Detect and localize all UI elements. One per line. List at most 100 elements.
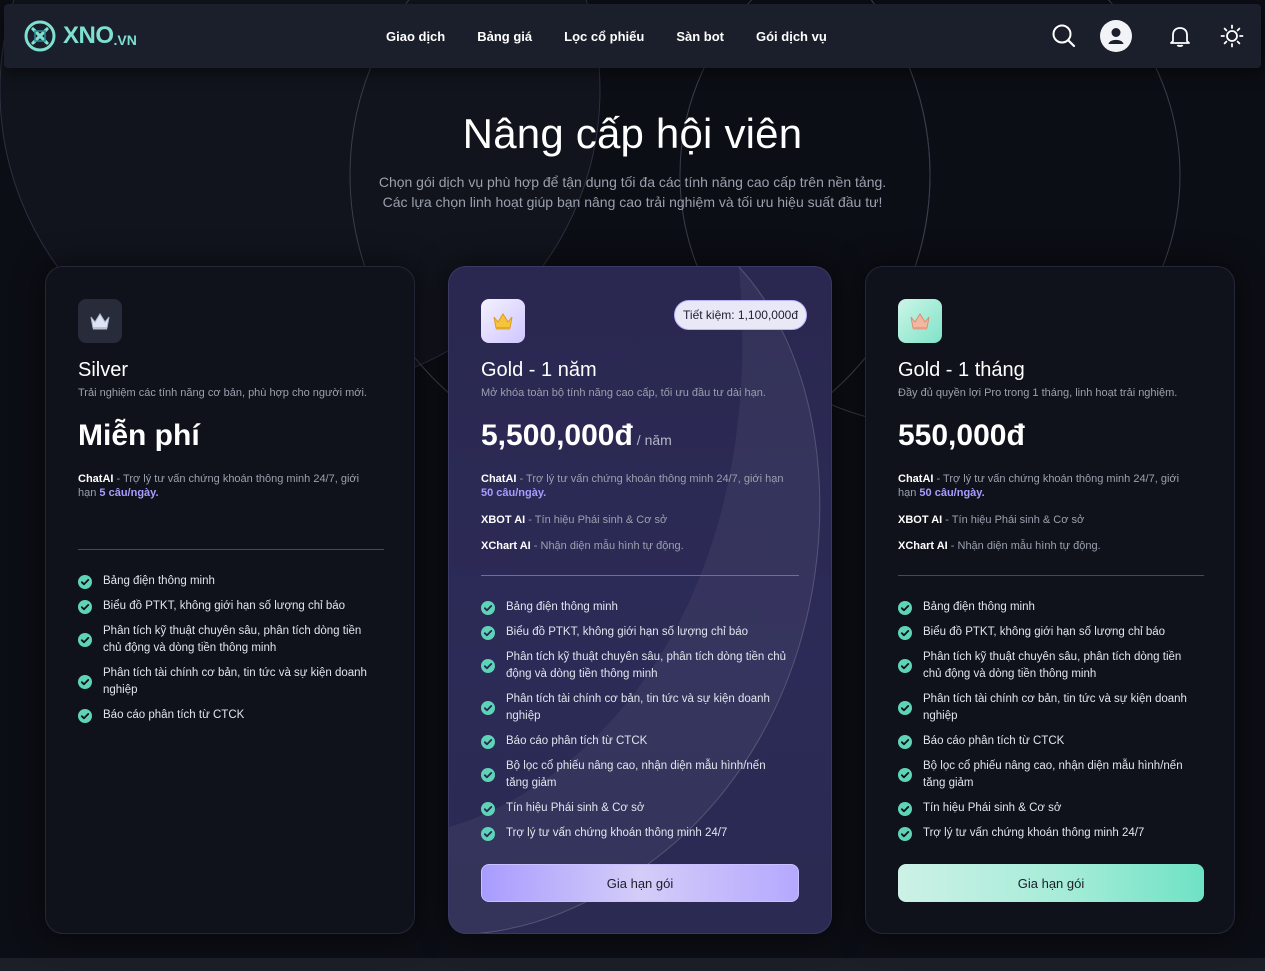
- crown-icon: [78, 299, 122, 343]
- nav-item-san-bot[interactable]: Sàn bot: [676, 29, 724, 44]
- chatai-label: ChatAI: [481, 473, 517, 485]
- check-circle-icon: [481, 600, 495, 615]
- brand-logo[interactable]: XNO .VN: [23, 18, 137, 54]
- feature-item: Bộ lọc cổ phiếu nâng cao, nhận diện mẫu …: [898, 758, 1194, 792]
- check-circle-icon: [481, 768, 495, 782]
- plan-description: Trải nghiệm các tính năng cơ bản, phù hợ…: [78, 387, 367, 399]
- check-circle-icon: [78, 675, 92, 689]
- feature-item: Báo cáo phân tích từ CTCK: [898, 733, 1194, 750]
- price-value: 5,500,000đ: [481, 419, 633, 452]
- plan-price: 5,500,000đ / năm: [481, 419, 672, 453]
- brand-name: XNO: [63, 22, 114, 49]
- hero-section: Nâng cấp hội viên Chọn gói dịch vụ phù h…: [0, 110, 1265, 212]
- divider: [481, 575, 799, 576]
- hero-subtitle-line-1: Chọn gói dịch vụ phù hợp để tận dụng tối…: [378, 174, 887, 190]
- xchart-text: - Nhận diện mẫu hình tự động.: [530, 540, 684, 552]
- feature-item: Phân tích tài chính cơ bản, tin tức và s…: [481, 691, 791, 725]
- chatai-limit: 5 câu/ngày.: [99, 487, 159, 499]
- xbot-text: - Tín hiệu Phái sinh & Cơ sở: [525, 514, 668, 526]
- plan-name: Gold - 1 năm: [481, 359, 597, 381]
- feature-item: Trợ lý tư vấn chứng khoán thông minh 24/…: [481, 825, 791, 842]
- plan-price: Miễn phí: [78, 419, 200, 452]
- check-circle-icon: [898, 801, 912, 816]
- divider: [78, 549, 384, 550]
- chatai-text-2: hạn: [898, 487, 920, 499]
- feature-item: Phân tích kỹ thuật chuyên sâu, phân tích…: [78, 623, 378, 657]
- feature-item: Báo cáo phân tích từ CTCK: [78, 707, 378, 724]
- plan-description: Đầy đủ quyền lợi Pro trong 1 tháng, linh…: [898, 387, 1178, 399]
- check-circle-icon: [898, 768, 912, 782]
- xbot-text: - Tín hiệu Phái sinh & Cơ sở: [942, 514, 1085, 526]
- xchart-label: XChart AI: [481, 540, 531, 552]
- brand-suffix: .VN: [113, 32, 137, 48]
- renew-plan-button[interactable]: Gia hạn gói: [898, 864, 1204, 902]
- price-period: / năm: [636, 432, 672, 448]
- nav-item-loc-co-phieu[interactable]: Lọc cổ phiếu: [564, 29, 644, 44]
- feature-list: Bảng điện thông minh Biểu đồ PTKT, không…: [481, 599, 791, 850]
- main-nav: Giao dịch Bảng giá Lọc cổ phiếu Sàn bot …: [386, 4, 859, 68]
- plan-card-gold-month: Gold - 1 tháng Đầy đủ quyền lợi Pro tron…: [865, 266, 1235, 934]
- feature-item: Phân tích tài chính cơ bản, tin tức và s…: [78, 665, 378, 699]
- user-avatar-icon[interactable]: [1100, 20, 1132, 52]
- xchart-text: - Nhận diện mẫu hình tự động.: [947, 540, 1101, 552]
- feature-item: Bảng điện thông minh: [898, 599, 1194, 616]
- feature-item: Phân tích kỹ thuật chuyên sâu, phân tích…: [481, 649, 791, 683]
- xchart-info: XChart AI - Nhận diện mẫu hình tự động.: [898, 539, 1101, 553]
- xbot-label: XBOT AI: [481, 514, 526, 526]
- chatai-info: ChatAI - Trợ lý tư vấn chứng khoán thông…: [898, 472, 1208, 500]
- search-icon[interactable]: [1048, 20, 1080, 52]
- plan-card-silver: Silver Trải nghiệm các tính năng cơ bản,…: [45, 266, 415, 934]
- nav-item-goi-dich-vu[interactable]: Gói dịch vụ: [756, 29, 827, 44]
- feature-item: Báo cáo phân tích từ CTCK: [481, 733, 791, 750]
- nav-item-giao-dich[interactable]: Giao dịch: [386, 29, 445, 44]
- chatai-limit: 50 câu/ngày.: [919, 487, 985, 499]
- check-circle-icon: [78, 599, 92, 614]
- check-circle-icon: [78, 633, 92, 647]
- feature-item: Phân tích kỹ thuật chuyên sâu, phân tích…: [898, 649, 1194, 683]
- savings-badge: Tiết kiệm: 1,100,000đ: [674, 300, 807, 330]
- chatai-text-2: hạn: [78, 487, 100, 499]
- feature-list: Bảng điện thông minh Biểu đồ PTKT, không…: [78, 573, 378, 732]
- plan-card-gold-year: Tiết kiệm: 1,100,000đ Gold - 1 năm Mở kh…: [448, 266, 832, 934]
- chatai-limit: 50 câu/ngày.: [481, 487, 547, 499]
- footer-strip: [0, 958, 1265, 971]
- hero-subtitle-line-2: Các lựa chọn linh hoạt giúp bạn nâng cao…: [382, 194, 883, 210]
- chatai-label: ChatAI: [898, 473, 934, 485]
- nav-item-bang-gia[interactable]: Bảng giá: [477, 29, 532, 44]
- check-circle-icon: [898, 659, 912, 673]
- check-circle-icon: [898, 826, 912, 841]
- xchart-info: XChart AI - Nhận diện mẫu hình tự động.: [481, 539, 684, 553]
- feature-item: Biểu đồ PTKT, không giới hạn số lượng ch…: [78, 598, 378, 615]
- chatai-text: - Trợ lý tư vấn chứng khoán thông minh 2…: [933, 473, 1180, 485]
- xbot-info: XBOT AI - Tín hiệu Phái sinh & Cơ sở: [898, 513, 1084, 527]
- feature-item: Tín hiệu Phái sinh & Cơ sở: [481, 800, 791, 817]
- divider: [898, 575, 1204, 576]
- feature-item: Trợ lý tư vấn chứng khoán thông minh 24/…: [898, 825, 1194, 842]
- check-circle-icon: [481, 734, 495, 749]
- bell-icon[interactable]: [1164, 20, 1196, 52]
- chatai-text: - Trợ lý tư vấn chứng khoán thông minh 2…: [113, 473, 360, 485]
- xchart-label: XChart AI: [898, 540, 948, 552]
- renew-plan-button[interactable]: Gia hạn gói: [481, 864, 799, 902]
- plan-price: 550,000đ: [898, 419, 1025, 452]
- sun-icon[interactable]: [1216, 20, 1248, 52]
- plan-description: Mở khóa toàn bộ tính năng cao cấp, tối ư…: [481, 387, 766, 399]
- page-title: Nâng cấp hội viên: [462, 110, 803, 157]
- crown-rose-icon: [898, 299, 942, 343]
- feature-item: Tín hiệu Phái sinh & Cơ sở: [898, 800, 1194, 817]
- crown-gold-icon: [481, 299, 525, 343]
- check-circle-icon: [898, 734, 912, 749]
- check-circle-icon: [481, 701, 495, 715]
- check-circle-icon: [898, 625, 912, 640]
- chatai-label: ChatAI: [78, 473, 114, 485]
- check-circle-icon: [898, 600, 912, 615]
- check-circle-icon: [481, 801, 495, 816]
- xbot-label: XBOT AI: [898, 514, 943, 526]
- feature-item: Bảng điện thông minh: [78, 573, 378, 590]
- feature-item: Bảng điện thông minh: [481, 599, 791, 616]
- check-circle-icon: [481, 826, 495, 841]
- plan-name: Silver: [78, 359, 129, 381]
- top-navigation-bar: XNO .VN Giao dịch Bảng giá Lọc cổ phiếu …: [4, 4, 1261, 68]
- check-circle-icon: [481, 625, 495, 640]
- plan-name: Gold - 1 tháng: [898, 359, 1025, 381]
